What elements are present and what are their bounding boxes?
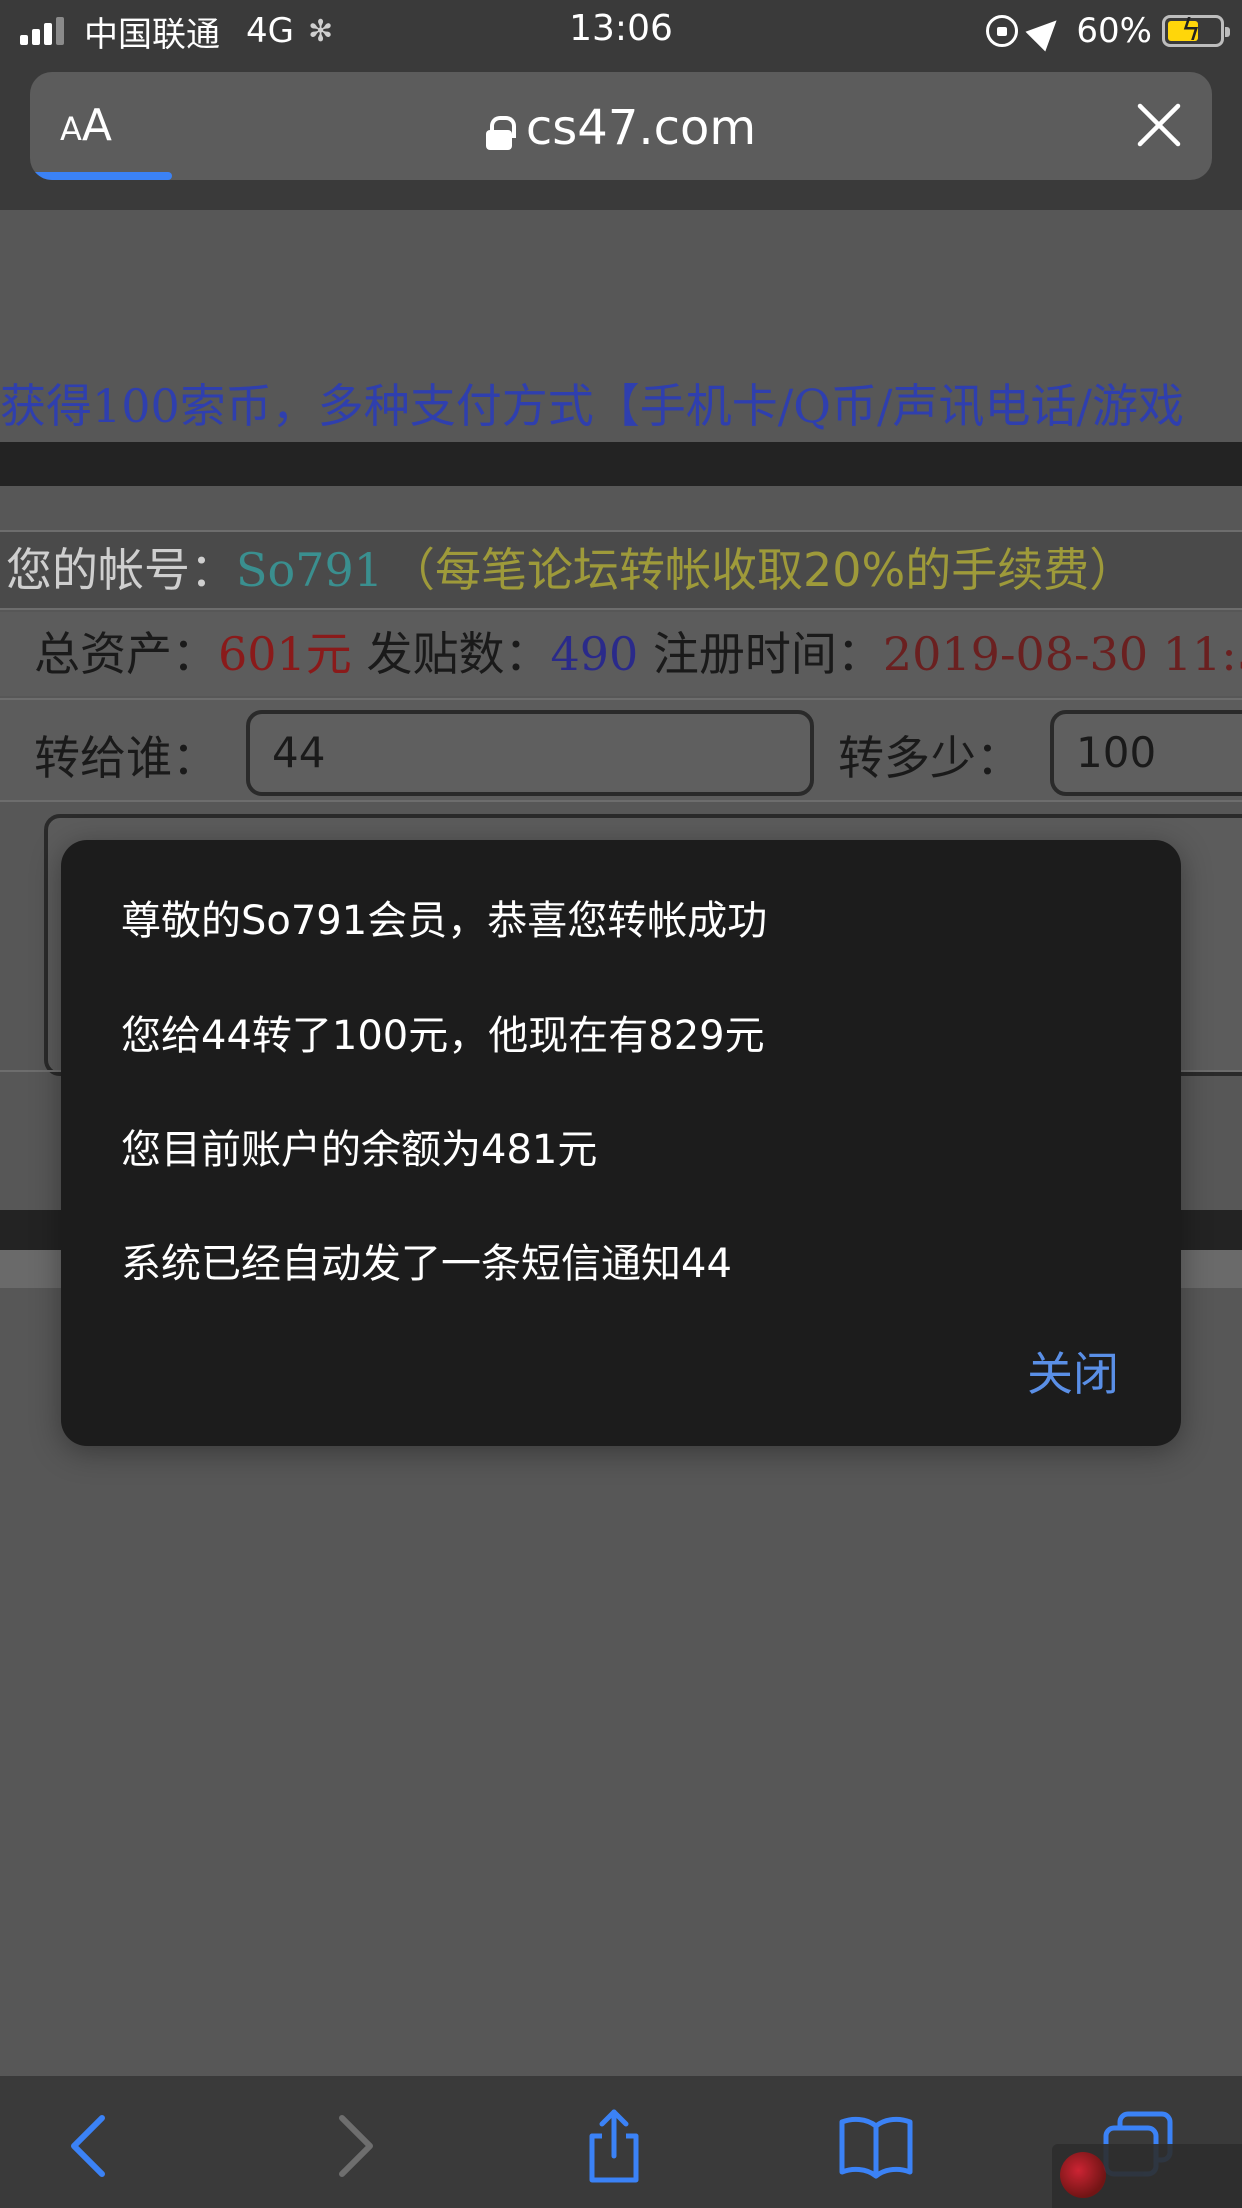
transfer-to-label: 转给谁： xyxy=(34,731,218,785)
transfer-to-input[interactable]: 44 xyxy=(246,710,814,796)
asset-row: 总资产：601元 发贴数：490 注册时间：2019-08-30 11:5 xyxy=(0,612,1242,696)
stop-loading-icon[interactable] xyxy=(1136,102,1182,148)
register-value: 2019-08-30 11:5 xyxy=(882,627,1242,681)
battery-icon: ϟ xyxy=(1162,13,1230,48)
dialog-line-greeting: 尊敬的So791会员，恭喜您转帐成功 xyxy=(121,898,768,944)
fee-note: （每笔论坛转帐收取20%的手续费） xyxy=(389,543,1136,597)
battery-tip xyxy=(1225,27,1230,37)
page-divider-band xyxy=(0,442,1242,486)
browser-toolbar xyxy=(0,2076,1242,2208)
transfer-amount-label: 转多少： xyxy=(838,731,1022,785)
dialog-line-transfer: 您给44转了100元，他现在有829元 xyxy=(121,1013,765,1059)
bookmarks-icon xyxy=(839,2116,913,2179)
register-label: 注册时间： xyxy=(652,627,883,681)
dialog-line-sms: 系统已经自动发了一条短信通知44 xyxy=(121,1241,732,1287)
account-id: So791 xyxy=(236,543,384,597)
account-label: 您的帐号： xyxy=(6,543,236,597)
forward-button[interactable] xyxy=(312,2106,392,2186)
forward-icon xyxy=(339,2115,373,2177)
padlock-icon xyxy=(485,116,516,150)
total-assets-label: 总资产： xyxy=(34,627,218,681)
bookmarks-button[interactable] xyxy=(836,2106,916,2186)
address-bar[interactable]: AA cs47.com xyxy=(30,72,1212,180)
rotation-lock-icon xyxy=(986,15,1019,47)
dialog-close-button[interactable]: 关闭 xyxy=(1027,1338,1119,1404)
domain-text: cs47.com xyxy=(525,100,757,156)
address-domain[interactable]: cs47.com xyxy=(30,100,1212,156)
battery-percent: 60% xyxy=(1076,11,1152,51)
charging-bolt-icon: ϟ xyxy=(1181,13,1201,48)
account-row: 您的帐号：So791 （每笔论坛转帐收取20%的手续费） xyxy=(0,530,1242,610)
promo-marquee[interactable]: 获得100索币，多种支付方式【手机卡/Q币/声讯电话/游戏 xyxy=(0,370,1184,436)
transfer-row: 转给谁： 44 转多少： 100 xyxy=(0,698,1242,802)
dialog-line-balance: 您目前账户的余额为481元 xyxy=(121,1127,598,1173)
page-load-progress xyxy=(30,172,172,180)
back-icon xyxy=(71,2115,105,2177)
location-arrow-icon xyxy=(1025,10,1067,52)
share-icon xyxy=(589,2109,639,2183)
browser-top-bar: AA cs47.com xyxy=(0,62,1242,210)
posts-value: 490 xyxy=(550,627,639,681)
share-button[interactable] xyxy=(574,2106,654,2186)
status-right: 60% ϟ xyxy=(986,8,1230,54)
watermark-logo-icon xyxy=(1060,2152,1106,2198)
back-button[interactable] xyxy=(52,2106,132,2186)
transfer-success-dialog: 尊敬的So791会员，恭喜您转帐成功 您给44转了100元，他现在有829元 您… xyxy=(61,840,1181,1446)
total-assets-value: 601元 xyxy=(218,627,352,681)
site-watermark xyxy=(1052,2144,1242,2208)
posts-label: 发贴数： xyxy=(366,627,551,681)
transfer-amount-input[interactable]: 100 xyxy=(1050,710,1242,796)
status-bar: 中国联通 4G ✻ 13:06 60% ϟ xyxy=(0,0,1242,62)
